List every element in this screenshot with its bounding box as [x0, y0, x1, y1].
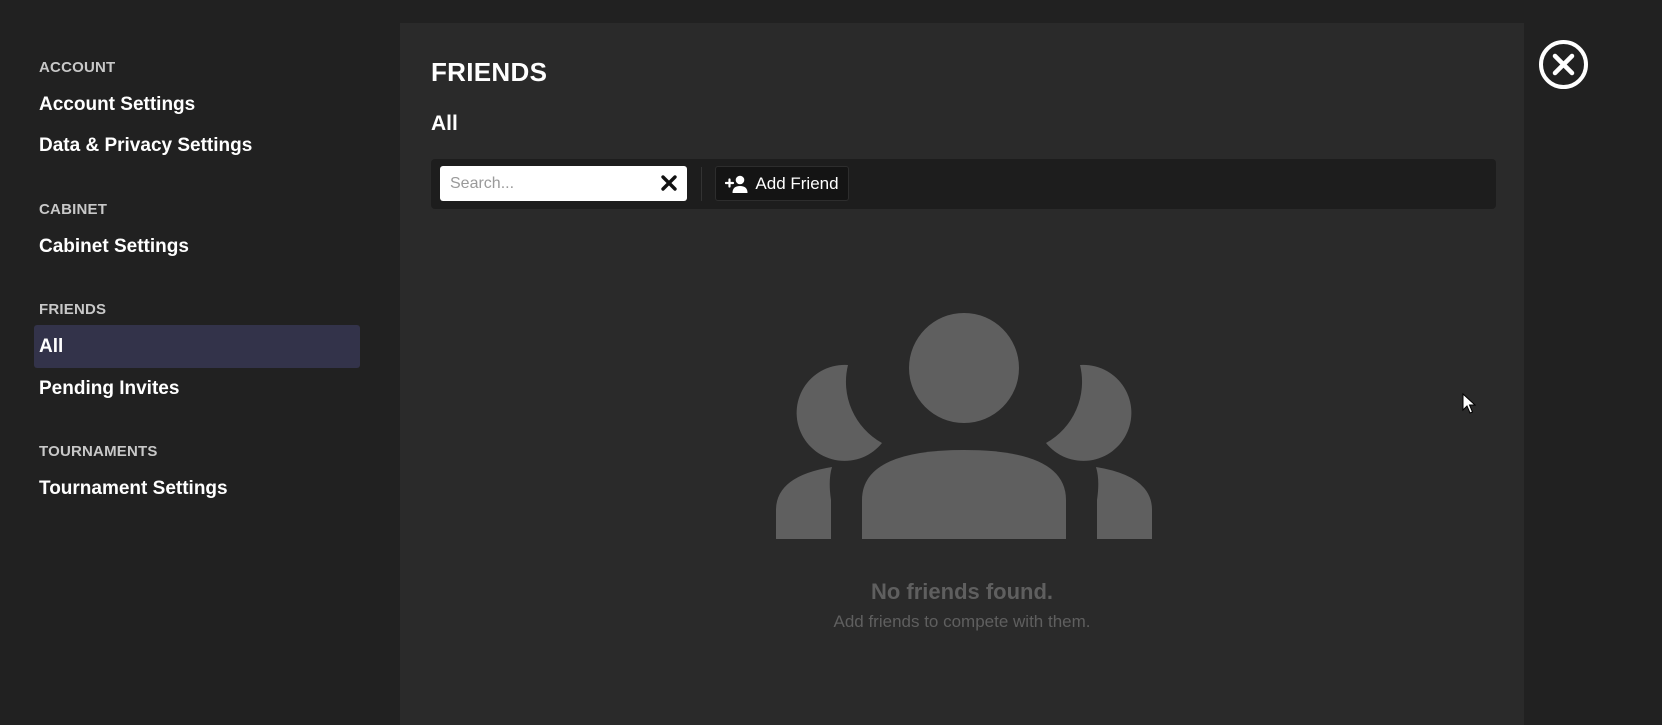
- sidebar-item-data-privacy-settings[interactable]: Data & Privacy Settings: [34, 124, 360, 167]
- mouse-cursor-icon: [1462, 393, 1476, 414]
- users-icon: [776, 313, 1152, 539]
- settings-sidebar: ACCOUNT Account Settings Data & Privacy …: [0, 0, 400, 725]
- section-title-account: ACCOUNT: [39, 59, 116, 76]
- friends-toolbar: Add Friend: [431, 159, 1496, 209]
- section-title-cabinet: CABINET: [39, 201, 108, 218]
- search-box: [440, 166, 687, 201]
- close-circle-icon: [1539, 40, 1588, 89]
- search-input[interactable]: [440, 166, 650, 201]
- close-button[interactable]: [1538, 39, 1589, 90]
- empty-state-title: No friends found.: [870, 579, 1054, 604]
- clear-search-button[interactable]: [659, 173, 679, 193]
- sidebar-item-pending-invites[interactable]: Pending Invites: [34, 367, 360, 410]
- add-friend-label: Add Friend: [755, 173, 839, 193]
- friends-panel: FRIENDS All Add Friend: [400, 23, 1524, 725]
- x-icon: [661, 175, 677, 191]
- toolbar-divider: [701, 167, 702, 201]
- section-title-tournaments: TOURNAMENTS: [39, 443, 158, 460]
- sidebar-item-cabinet-settings[interactable]: Cabinet Settings: [34, 225, 360, 268]
- add-friend-button[interactable]: Add Friend: [715, 166, 849, 201]
- section-title-friends: FRIENDS: [39, 301, 107, 318]
- empty-state-subtitle: Add friends to compete with them.: [833, 612, 1091, 631]
- sidebar-item-all[interactable]: All: [34, 325, 360, 368]
- user-plus-icon: [725, 175, 748, 193]
- page-subtitle: All: [431, 112, 458, 135]
- page-title: FRIENDS: [431, 57, 548, 87]
- sidebar-item-tournament-settings[interactable]: Tournament Settings: [34, 467, 360, 510]
- sidebar-item-account-settings[interactable]: Account Settings: [34, 83, 360, 126]
